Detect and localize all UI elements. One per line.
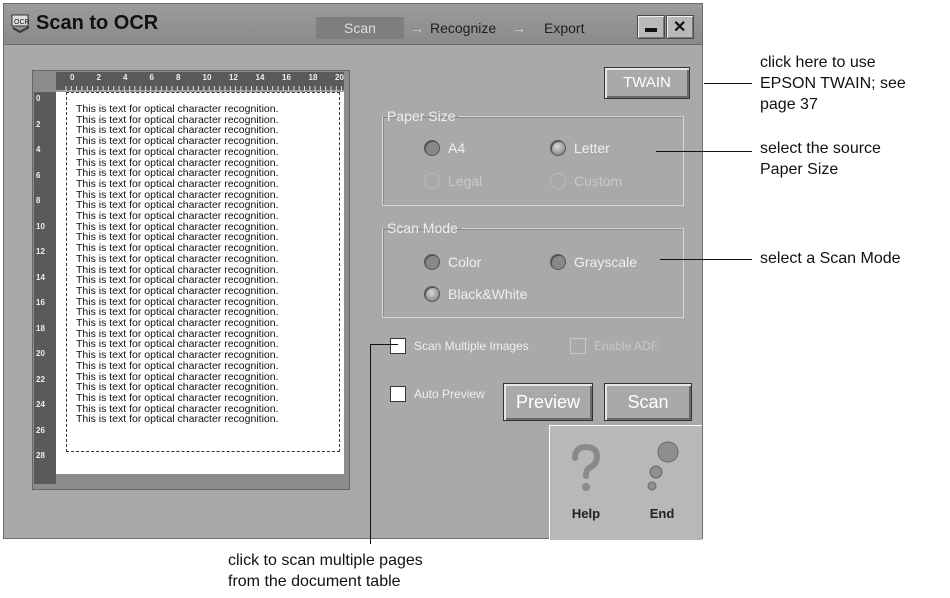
- mode-black-white-radio[interactable]: Black&White: [424, 286, 527, 302]
- ruler-number: 20: [36, 349, 45, 358]
- step-arrow-icon: →: [512, 20, 526, 36]
- ruler-number: 16: [282, 73, 291, 82]
- paper-callout: select the source Paper Size: [760, 140, 881, 178]
- close-icon: ✕: [673, 19, 687, 36]
- ruler-number: 0: [36, 94, 41, 103]
- twain-callout: click here to use EPSON TWAIN; see page 37: [760, 54, 906, 113]
- help-button[interactable]: Help: [566, 443, 606, 521]
- ruler-number: 8: [176, 73, 181, 82]
- ocr-text-line: This is text for optical character recog…: [76, 413, 279, 426]
- ruler-number: 24: [36, 400, 45, 409]
- step-recognize[interactable]: Recognize: [430, 17, 496, 39]
- paper-legal-radio[interactable]: Legal: [424, 173, 482, 189]
- twain-callout-line: [704, 83, 752, 84]
- ruler-number: 26: [36, 425, 45, 435]
- mode-color-radio[interactable]: Color: [424, 254, 481, 270]
- ruler-number: 6: [36, 170, 41, 180]
- mode-callout-line: [660, 259, 752, 260]
- minimize-icon: [645, 28, 657, 32]
- paper-size-legend: Paper Size: [387, 108, 456, 124]
- ruler-number: 12: [229, 73, 238, 82]
- ruler-number: 4: [123, 73, 128, 82]
- ocr-scanner-icon: OCR: [11, 14, 30, 34]
- preview-document-text: This is text for optical character recog…: [76, 104, 346, 425]
- tool-panel: Help End: [549, 425, 702, 540]
- ruler-number: 0: [70, 73, 75, 82]
- scan-mode-legend: Scan Mode: [387, 220, 458, 236]
- paper-callout-line: [656, 151, 752, 152]
- enable-adf-checkbox[interactable]: Enable ADF: [570, 338, 658, 354]
- preview-button[interactable]: Preview: [503, 383, 593, 421]
- twain-button[interactable]: TWAIN: [604, 67, 690, 99]
- ruler-number: 8: [36, 196, 41, 205]
- svg-text:OCR: OCR: [14, 19, 30, 26]
- ruler-number: 18: [36, 323, 45, 333]
- window-title: Scan to OCR: [36, 12, 159, 34]
- ruler-number: 4: [36, 145, 41, 154]
- close-button[interactable]: ✕: [666, 15, 694, 39]
- ocr-text-line: This is text for optical character recog…: [76, 252, 279, 265]
- end-label: End: [649, 506, 675, 521]
- help-label: Help: [571, 506, 601, 521]
- ruler-number: 18: [308, 73, 318, 82]
- end-button[interactable]: End: [642, 440, 682, 521]
- mode-grayscale-radio[interactable]: Grayscale: [550, 254, 637, 270]
- minimize-button[interactable]: [637, 15, 665, 39]
- multiple-callout: click to scan multiple pages from the doc…: [228, 552, 423, 590]
- step-arrow-icon: →: [410, 20, 424, 36]
- ruler-number: 14: [36, 272, 45, 282]
- ruler-number: 16: [36, 298, 45, 307]
- paper-letter-radio[interactable]: Letter: [550, 140, 610, 156]
- horizontal-ruler: 0 2 4 6 8 10 12 14 16 18 20: [56, 72, 344, 92]
- paper-a4-radio[interactable]: A4: [424, 140, 465, 156]
- multiple-callout-line-v: [370, 344, 371, 544]
- scan-multiple-checkbox[interactable]: Scan Multiple Images: [390, 338, 529, 354]
- paper-size-group: Paper Size: [382, 108, 684, 206]
- ruler-number: 22: [36, 374, 45, 384]
- ruler-number: 2: [96, 73, 101, 82]
- end-bubbles-icon: [647, 441, 679, 491]
- step-export[interactable]: Export: [544, 17, 584, 39]
- step-scan[interactable]: Scan: [316, 17, 404, 39]
- ocr-text-line: This is text for optical character recog…: [76, 359, 279, 372]
- auto-preview-checkbox[interactable]: Auto Preview: [390, 386, 485, 402]
- multiple-callout-line-h: [370, 344, 398, 345]
- vertical-ruler: 0 2 4 6 8 10 12 14 16 18 20 22 24 26 28: [34, 92, 56, 484]
- ocr-text-line: This is text for optical character recog…: [76, 145, 279, 158]
- ruler-number: 10: [202, 73, 212, 82]
- scan-button[interactable]: Scan: [604, 383, 692, 421]
- question-mark-icon: [572, 443, 601, 491]
- title-bar[interactable]: OCR Scan to OCR Scan → Recognize → Expor…: [4, 4, 702, 45]
- ruler-number: 10: [36, 221, 45, 231]
- mode-callout: select a Scan Mode: [760, 250, 901, 267]
- ruler-number: 6: [149, 73, 154, 82]
- ruler-number: 28: [36, 451, 45, 460]
- ruler-number: 14: [255, 73, 265, 82]
- ruler-number: 12: [36, 247, 45, 256]
- ruler-number: 2: [36, 119, 41, 129]
- ruler-number: 20: [335, 73, 344, 82]
- paper-custom-radio[interactable]: Custom: [550, 173, 622, 189]
